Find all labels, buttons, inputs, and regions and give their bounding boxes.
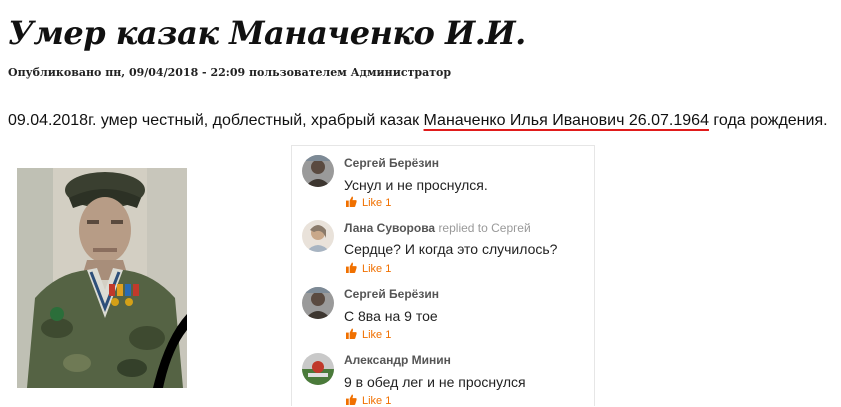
article-lead: 09.04.2018г. умер честный, доблестный, х… (8, 112, 828, 130)
thumbs-up-icon (346, 196, 357, 207)
publication-meta: Опубликовано пн, 09/04/2018 - 22:09 поль… (8, 66, 451, 79)
reply-to-label: replied to Сергей (438, 221, 531, 235)
like-button[interactable]: Like 1 (346, 394, 391, 407)
avatar[interactable] (302, 287, 334, 319)
thumbs-up-icon (346, 328, 357, 339)
comment-text: 9 в обед лег и не проснулся (344, 374, 526, 390)
comment-text: С 8ва на 9 тое (344, 308, 438, 324)
like-button[interactable]: Like 1 (346, 262, 391, 275)
avatar[interactable] (302, 155, 334, 187)
page-title: Умер казак Маначенко И.И. (8, 14, 526, 52)
portrait-photo (17, 168, 187, 388)
lead-text-end: года рождения. (708, 112, 828, 129)
thumbs-up-icon (346, 394, 357, 405)
comments-panel: Сергей Берёзин Уснул и не проснулся. Lik… (291, 145, 595, 407)
meta-prefix: Опубликовано пн, 09/04/2018 - 22:09 поль… (8, 66, 351, 79)
comment-text: Сердце? И когда это случилось? (344, 241, 558, 257)
thumbs-up-icon (346, 262, 357, 273)
lead-text-start: 09.04.2018г. умер честный, доблестный, х… (8, 112, 424, 129)
comment-author[interactable]: Сергей Берёзин (344, 156, 439, 170)
comment-text: Уснул и не проснулся. (344, 177, 488, 193)
lead-highlight-name: Маначенко Илья Иванович 26.07.1964 (423, 112, 709, 129)
like-button[interactable]: Like 1 (346, 328, 391, 341)
meta-author-link[interactable]: Администратор (351, 66, 451, 79)
comment-author[interactable]: Александр Минин (344, 353, 451, 367)
avatar[interactable] (302, 353, 334, 385)
avatar[interactable] (302, 220, 334, 252)
comment-author[interactable]: Сергей Берёзин (344, 287, 439, 301)
like-button[interactable]: Like 1 (346, 196, 391, 209)
comment-author[interactable]: Лана Суворова replied to Сергей (344, 221, 531, 235)
